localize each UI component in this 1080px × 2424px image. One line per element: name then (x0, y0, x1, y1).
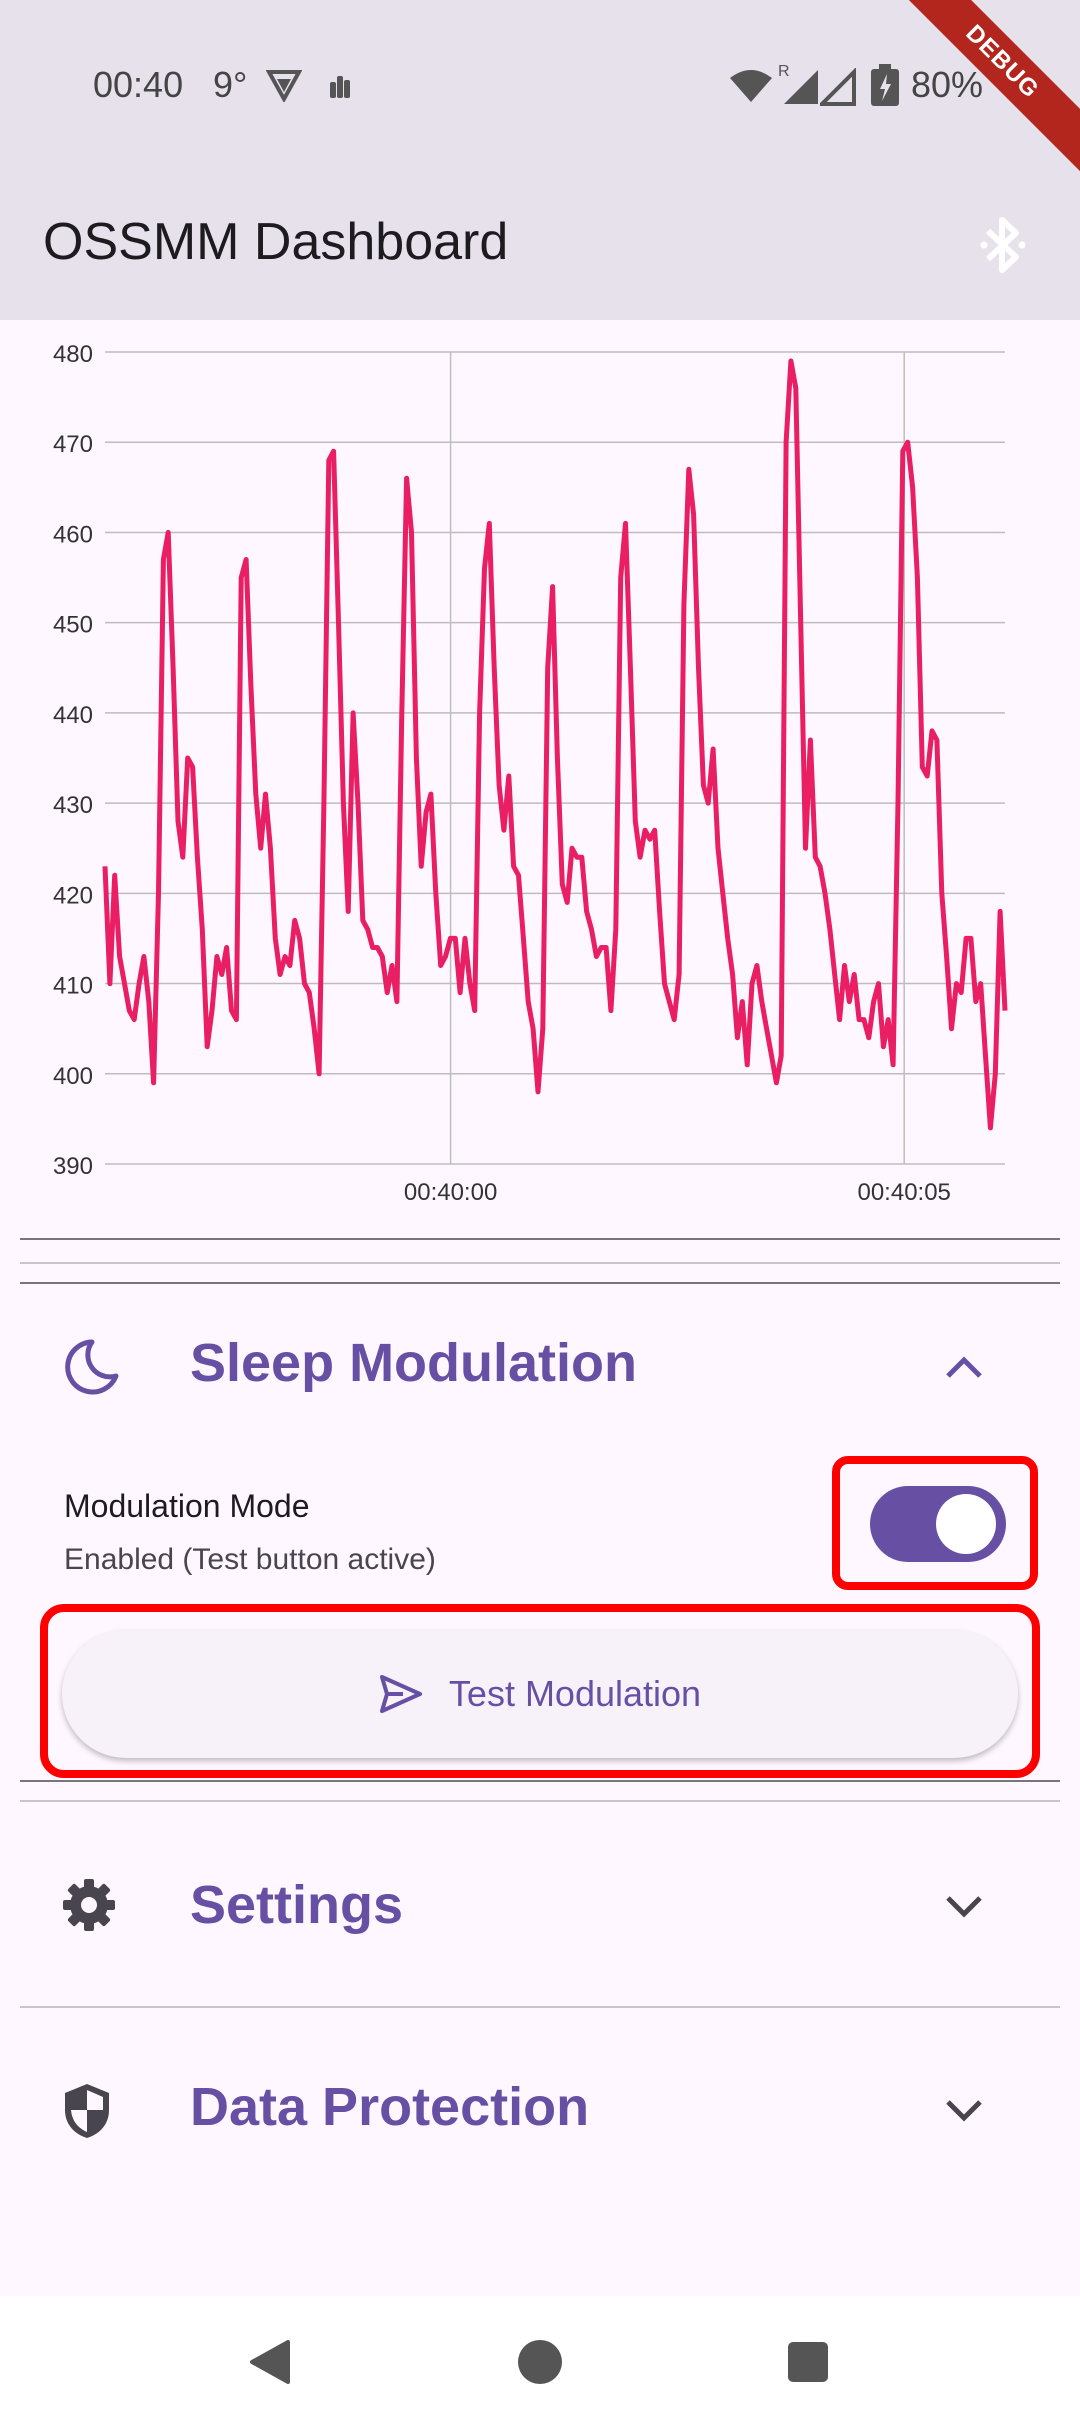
status-time: 00:40 (93, 64, 184, 105)
chart-y-tick-label: 450 (53, 612, 93, 639)
svg-text:R: R (778, 63, 790, 80)
modulation-mode-label: Modulation Mode (64, 1488, 310, 1524)
send-icon (379, 1675, 422, 1713)
divider (20, 1238, 1060, 1240)
divider (20, 1282, 1060, 1284)
signal-icon (820, 68, 856, 106)
chart-y-tick-label: 400 (53, 1063, 93, 1090)
wifi-icon (730, 70, 772, 102)
gear-icon (63, 1879, 115, 1931)
home-icon[interactable] (516, 2338, 564, 2386)
recents-icon[interactable] (786, 2340, 830, 2384)
test-modulation-button[interactable]: Test Modulation (62, 1630, 1018, 1758)
app-title: OSSMM Dashboard (43, 213, 509, 271)
shield-icon (65, 2084, 109, 2138)
section-data-protection[interactable]: Data Protection (0, 2030, 1080, 2190)
chart-y-tick-label: 430 (53, 792, 93, 819)
chart-y-tick-label: 470 (53, 431, 93, 458)
section-sleep-modulation[interactable]: Sleep Modulation (0, 1290, 1080, 1450)
divider (20, 2006, 1060, 2008)
section-title: Data Protection (190, 2077, 590, 2137)
bluetooth-icon[interactable] (980, 215, 1026, 275)
notification-icon (330, 76, 350, 98)
chart-y-tick-label: 440 (53, 702, 93, 729)
chevron-down-icon[interactable] (942, 2096, 986, 2126)
divider (20, 1780, 1060, 1782)
roaming-signal-icon: R (778, 63, 818, 104)
test-button-label: Test Modulation (448, 1673, 702, 1714)
chart-series-line (102, 358, 1008, 1131)
chart-y-tick-label: 420 (53, 882, 93, 909)
modulation-toggle[interactable] (870, 1486, 1006, 1562)
chevron-down-icon[interactable] (942, 1892, 986, 1922)
chart-y-tick-label: 480 (53, 341, 93, 368)
status-temperature: 9° (213, 64, 248, 105)
section-settings[interactable]: Settings (0, 1824, 1080, 1984)
chart-x-tick-label: 00:40:00 (404, 1179, 497, 1206)
chart-x-tick-label: 00:40:05 (857, 1179, 950, 1206)
divider (20, 1262, 1060, 1264)
status-battery: 80% (911, 64, 984, 105)
vpn-icon (266, 70, 302, 102)
divider (20, 1800, 1060, 1802)
battery-icon (871, 64, 899, 106)
toggle-knob (936, 1494, 996, 1554)
chart-svg: 480 470 460 450 440 430 420 410 400 390 00:40:00 00… (53, 341, 1008, 1206)
section-title: Sleep Modulation (190, 1333, 638, 1393)
modulation-mode-status: Enabled (Test button active) (64, 1543, 436, 1576)
chart-y-tick-label: 410 (53, 973, 93, 1000)
sensor-chart: 480 470 460 450 440 430 420 410 400 390 00:40:00 00… (0, 320, 1080, 1220)
chart-y-tick-label: 460 (53, 521, 93, 548)
top-bar: 00:40 9° R 80% DEBUG OSSMM Dashboard (0, 0, 1080, 320)
system-nav-bar (0, 2296, 1080, 2424)
status-bar: 00:40 9° R 80% (0, 0, 1080, 176)
moon-icon (65, 1339, 119, 1395)
section-title: Settings (190, 1875, 404, 1935)
chart-y-tick-label: 390 (53, 1153, 93, 1180)
chevron-up-icon[interactable] (942, 1352, 986, 1382)
back-icon[interactable] (248, 2338, 292, 2386)
